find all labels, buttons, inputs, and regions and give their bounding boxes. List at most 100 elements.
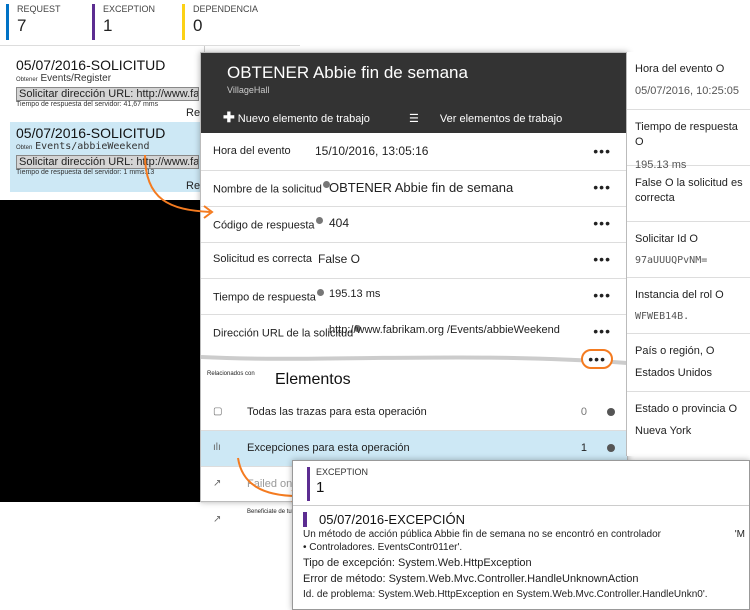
- side-prop-value: WFWEB14B.: [635, 311, 690, 323]
- exception-count-value: 1: [103, 16, 113, 35]
- side-prop-country: País o región, O Estados Unidos: [627, 334, 750, 392]
- request-detail-panel: OBTENER Abbie fin de semana VillageHall …: [200, 52, 628, 525]
- side-prop-value: Nueva York: [635, 425, 692, 438]
- detail-title: OBTENER Abbie fin de semana: [227, 63, 468, 82]
- detail-subtitle: VillageHall: [227, 85, 270, 95]
- request-count-value: 7: [17, 16, 27, 35]
- info-icon[interactable]: [315, 217, 323, 224]
- info-icon[interactable]: [607, 408, 615, 416]
- side-prop-event-time: Hora del evento O 05/07/2016, 10:25:05: [627, 52, 750, 110]
- exception-type: Tipo de excepción: System.Web.HttpExcept…: [303, 557, 532, 569]
- related-row-count: 1: [580, 442, 587, 454]
- dependency-count-value: 0: [193, 16, 203, 35]
- arrow-icon: ↗: [213, 478, 222, 489]
- related-row-traces[interactable]: ▢ Todas las trazas para esta operación 0: [201, 395, 627, 431]
- exception-count-tile[interactable]: EXCEPTION 1: [307, 467, 368, 501]
- property-key: Tiempo de respuesta: [213, 289, 324, 304]
- exception-detail-panel: EXCEPTION 1 05/07/2016-EXCEPCIÓN Un méto…: [292, 460, 750, 610]
- side-prop-key: False O la solicitud es correcta: [635, 177, 743, 205]
- property-value: 195.13 ms: [329, 288, 381, 300]
- property-value: False O: [318, 252, 361, 266]
- side-prop-key: Hora del evento O: [635, 63, 725, 75]
- request-title: 05/07/2016-SOLICITUD: [16, 57, 166, 73]
- request-method: Obten: [16, 145, 33, 151]
- related-label: Relacionados con: [207, 371, 255, 377]
- callout-arrow-icon: [144, 154, 214, 219]
- property-row-event-time: Hora del evento 15/10/2016, 13:05:16 •••: [201, 135, 627, 171]
- exception-count: 1: [316, 479, 325, 496]
- property-row-request-url: Dirección URL de la solicitud http://www…: [201, 315, 627, 351]
- side-prop-request-id: Solicitar Id O 97aUUUQPvNM=: [627, 222, 750, 278]
- side-prop-state: Estado o provincia O Nueva York: [627, 392, 750, 452]
- detail-toolbar: ✚ Nuevo elemento de trabajo ☰ Ver elemen…: [223, 109, 598, 126]
- list-icon: ☰: [408, 113, 419, 125]
- exception-method: Error de método: System.Web.Mvc.Controll…: [303, 573, 639, 585]
- exception-body: 05/07/2016-EXCEPCIÓN Un método de acción…: [293, 505, 749, 609]
- request-title: 05/07/2016-SOLICITUD: [16, 125, 166, 141]
- info-icon[interactable]: [607, 444, 615, 452]
- side-prop-response-time: Tiempo de respuesta O 195.13 ms: [627, 110, 750, 171]
- property-key: Solicitud es correcta: [213, 253, 313, 265]
- request-path: Obtener Events/Register: [16, 73, 199, 84]
- more-options-icon[interactable]: •••: [593, 215, 611, 231]
- view-work-items-button[interactable]: ☰ Ver elementos de trabajo: [409, 113, 580, 125]
- more-options-icon[interactable]: •••: [593, 287, 611, 303]
- exception-message-tail: 'M: [734, 529, 745, 540]
- request-method: Obtener: [16, 77, 38, 83]
- more-options-icon[interactable]: •••: [593, 179, 611, 195]
- side-prop-role-instance: Instancia del rol O WFWEB14B.: [627, 278, 750, 334]
- request-count-label: REQUEST: [17, 4, 61, 14]
- property-row-response-time: Tiempo de respuesta 195.13 ms •••: [201, 279, 627, 315]
- arrow-icon: ↗: [213, 514, 222, 525]
- property-row-request-name: Nombre de la solicitud OBTENER Abbie fin…: [201, 171, 627, 207]
- trace-icon: ▢: [213, 406, 223, 417]
- side-prop-key: Estado o provincia O: [635, 403, 738, 415]
- related-row-count: 0: [580, 406, 587, 418]
- exception-label: EXCEPTION: [316, 467, 369, 477]
- exception-bars-icon: ılı: [213, 442, 221, 453]
- side-prop-value: Estados Unidos: [635, 367, 713, 380]
- more-options-icon[interactable]: •••: [593, 251, 611, 267]
- request-response-time: Tiempo de respuesta del servidor: 41,67 …: [16, 101, 159, 108]
- torn-edge-divider: [201, 355, 627, 379]
- new-work-item-button[interactable]: ✚ Nuevo elemento de trabajo: [223, 109, 388, 125]
- dependency-count-tile[interactable]: DEPENDENCIA 0: [182, 4, 258, 40]
- dependency-count-label: DEPENDENCIA: [193, 4, 259, 14]
- related-row-label: Excepciones para esta operación: [247, 442, 410, 454]
- more-options-highlighted-icon[interactable]: •••: [581, 349, 613, 369]
- elements-heading: Elementos: [275, 371, 351, 388]
- properties-side-panel: Hora del evento O 05/07/2016, 10:25:05 T…: [626, 52, 750, 456]
- exception-count-tile[interactable]: EXCEPTION 1: [92, 4, 155, 40]
- property-row-response-code: Código de respuesta 404 •••: [201, 207, 627, 243]
- property-row-success: Solicitud es correcta False O •••: [201, 243, 627, 279]
- more-options-icon[interactable]: •••: [593, 323, 611, 339]
- property-value: http://www.fabrikam.org /Events/abbieWee…: [329, 324, 560, 336]
- property-value: 404: [329, 216, 350, 230]
- background-dark-region: [0, 200, 205, 502]
- side-prop-key: Tiempo de respuesta O: [635, 121, 738, 149]
- property-value: 15/10/2016, 13:05:16: [315, 144, 429, 158]
- info-icon[interactable]: [316, 289, 324, 296]
- new-work-item-label: Nuevo elemento de trabajo: [237, 113, 370, 125]
- property-key-text: Tiempo de respuesta: [213, 291, 316, 304]
- request-count-tile[interactable]: REQUEST 7: [6, 4, 61, 40]
- more-options-icon[interactable]: •••: [593, 143, 611, 159]
- side-prop-key: Solicitar Id O: [635, 233, 698, 245]
- request-extra: Re: [186, 107, 201, 119]
- request-path-text: Events/abbieWeekend: [35, 141, 150, 152]
- exception-message-2-text: Controladores. EventsContr011er'.: [309, 542, 463, 553]
- side-prop-value: 05/07/2016, 10:25:05: [635, 85, 739, 98]
- side-prop-key: Instancia del rol O: [635, 289, 724, 301]
- property-value: OBTENER Abbie fin de semana: [329, 180, 514, 195]
- exception-message-text: Un método de acción pública Abbie fin de…: [303, 529, 662, 540]
- related-row-label: Todas las trazas para esta operación: [247, 406, 427, 418]
- side-prop-value: 97aUUUQPvNM=: [635, 255, 708, 267]
- request-list-item[interactable]: 05/07/2016-SOLICITUD Obtener Events/Regi…: [10, 54, 205, 116]
- side-prop-success: False O la solicitud es correcta: [627, 166, 750, 222]
- count-summary: REQUEST 7 EXCEPTION 1 DEPENDENCIA 0: [0, 0, 300, 46]
- exception-message: Un método de acción pública Abbie fin de…: [303, 529, 745, 540]
- side-prop-key: País o región, O: [635, 345, 715, 357]
- request-url: Solicitar dirección URL: http://www.fabr…: [16, 87, 199, 101]
- plus-icon: ✚: [223, 109, 235, 125]
- exception-count-label: EXCEPTION: [103, 4, 156, 14]
